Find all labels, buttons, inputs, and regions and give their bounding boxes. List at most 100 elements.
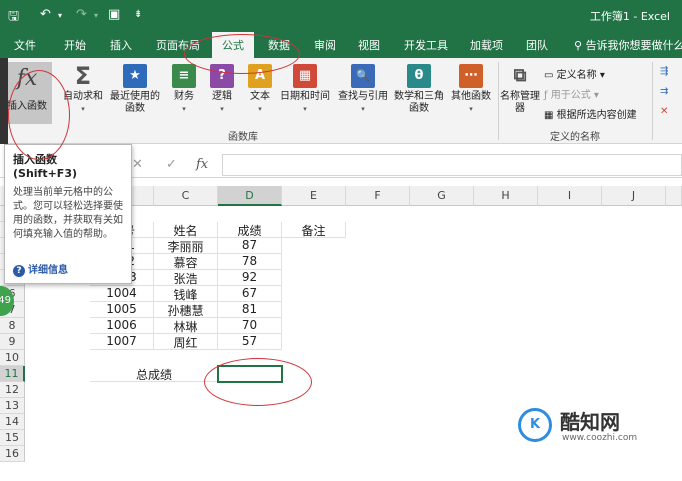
lookup-reference-button[interactable]: 🔍 查找与引用 ▾ bbox=[334, 62, 392, 115]
financial-label: 财务 bbox=[174, 91, 194, 102]
cancel-icon[interactable]: ✕ bbox=[132, 157, 143, 172]
logical-button[interactable]: ? 逻辑 ▾ bbox=[204, 62, 240, 115]
row-header[interactable]: 13 bbox=[0, 398, 25, 414]
table-cell-name[interactable]: 钱峰 bbox=[154, 286, 218, 302]
redo-icon[interactable]: ↷ bbox=[76, 7, 87, 22]
more-info-link[interactable]: ? 详细信息 bbox=[13, 261, 68, 277]
tab-insert[interactable]: 插入 bbox=[110, 37, 132, 53]
tab-home[interactable]: 开始 bbox=[64, 37, 86, 53]
undo-dropdown-icon[interactable]: ▾ bbox=[58, 11, 62, 20]
column-header-j[interactable]: J bbox=[602, 186, 666, 206]
table-cell-score[interactable]: 57 bbox=[218, 334, 282, 350]
table-cell-score[interactable]: 67 bbox=[218, 286, 282, 302]
tab-data[interactable]: 数据 bbox=[268, 37, 290, 53]
function-icon: fx bbox=[16, 66, 38, 91]
remove-arrows-icon[interactable]: ✕ bbox=[660, 106, 668, 117]
insert-function-button[interactable]: fx 插入函数 bbox=[2, 62, 52, 124]
financial-button[interactable]: ≡ 财务 ▾ bbox=[166, 62, 202, 115]
table-cell-name[interactable]: 张浩 bbox=[154, 270, 218, 286]
side-panel-tab[interactable] bbox=[0, 58, 8, 144]
undo-icon[interactable]: ↶ bbox=[40, 7, 51, 22]
name-manager-label: 名称管理器 bbox=[500, 91, 540, 114]
tab-developer[interactable]: 开发工具 bbox=[404, 37, 448, 53]
calendar-icon: ▦ bbox=[293, 64, 317, 88]
formula-input[interactable] bbox=[222, 154, 682, 176]
column-header-f[interactable]: F bbox=[346, 186, 410, 206]
watermark-name: 酷知网 bbox=[560, 410, 620, 434]
customize-toolbar-icon[interactable]: ⇟ bbox=[134, 9, 142, 20]
column-header-h[interactable]: H bbox=[474, 186, 538, 206]
create-from-selection-button[interactable]: ▦ 根据所选内容创建 bbox=[544, 106, 637, 121]
row-header[interactable]: 11 bbox=[0, 366, 25, 382]
tell-me-box[interactable]: ⚲ 告诉我你想要做什么 bbox=[574, 37, 682, 53]
column-header-overflow bbox=[666, 186, 682, 206]
header-cell-name[interactable]: 姓名 bbox=[154, 222, 218, 238]
use-in-formula-button[interactable]: ƒ 用于公式 ▾ bbox=[544, 86, 599, 101]
table-cell-score[interactable]: 81 bbox=[218, 302, 282, 318]
row-header[interactable]: 10 bbox=[0, 350, 25, 366]
table-cell-score[interactable]: 70 bbox=[218, 318, 282, 334]
recent-functions-button[interactable]: ★ 最近使用的函数 bbox=[106, 62, 164, 115]
date-time-button[interactable]: ▦ 日期和时间 ▾ bbox=[276, 62, 334, 115]
column-header-i[interactable]: I bbox=[538, 186, 602, 206]
autosum-label: 自动求和 bbox=[63, 91, 103, 102]
trace-precedents-icon[interactable]: ⇶ bbox=[660, 66, 668, 77]
column-header-e[interactable]: E bbox=[282, 186, 346, 206]
text-button[interactable]: A 文本 ▾ bbox=[242, 62, 278, 115]
row-header[interactable]: 9 bbox=[0, 334, 25, 350]
tab-add-ins[interactable]: 加载项 bbox=[470, 37, 503, 53]
table-cell-name[interactable]: 李丽丽 bbox=[154, 238, 218, 254]
table-cell-score[interactable]: 87 bbox=[218, 238, 282, 254]
active-cell-d11[interactable] bbox=[217, 365, 283, 383]
column-header-d[interactable]: D bbox=[218, 186, 282, 206]
column-header-g[interactable]: G bbox=[410, 186, 474, 206]
header-cell-note[interactable]: 备注 bbox=[282, 222, 346, 238]
group-label-defined-names: 定义的名称 bbox=[550, 132, 600, 143]
enter-icon[interactable]: ✓ bbox=[166, 157, 177, 172]
watermark: K 酷知网 www.coozhi.com bbox=[514, 400, 664, 452]
name-manager-button[interactable]: ⧉ 名称管理器 bbox=[500, 62, 540, 115]
total-label-cell[interactable]: 总成绩 bbox=[90, 366, 218, 382]
table-cell-score[interactable]: 92 bbox=[218, 270, 282, 286]
math-trig-label: 数学和三角函数 bbox=[394, 91, 444, 114]
ellipsis-book-icon: ⋯ bbox=[459, 64, 483, 88]
ribbon-formulas: fx 插入函数 Σ 自动求和 ▾ ★ 最近使用的函数 ≡ 财务 ▾ ? 逻辑 ▾… bbox=[0, 58, 682, 144]
save-icon[interactable]: 🖫 bbox=[8, 7, 19, 29]
table-cell-id[interactable]: 1004 bbox=[90, 286, 154, 302]
table-cell-name[interactable]: 孙穗慧 bbox=[154, 302, 218, 318]
math-trig-button[interactable]: θ 数学和三角函数 bbox=[392, 62, 446, 115]
define-name-button[interactable]: ▭ 定义名称 ▾ bbox=[544, 66, 605, 81]
touch-mode-icon[interactable]: ▣ bbox=[108, 7, 120, 22]
autosum-button[interactable]: Σ 自动求和 ▾ bbox=[58, 62, 108, 115]
redo-dropdown-icon[interactable]: ▾ bbox=[94, 11, 98, 20]
row-header[interactable]: 14 bbox=[0, 414, 25, 430]
table-cell-score[interactable]: 78 bbox=[218, 254, 282, 270]
table-cell-id[interactable]: 1007 bbox=[90, 334, 154, 350]
formula-icon: ƒ bbox=[544, 90, 551, 101]
theta-book-icon: θ bbox=[407, 64, 431, 88]
star-icon: ★ bbox=[123, 64, 147, 88]
tab-review[interactable]: 审阅 bbox=[314, 37, 336, 53]
insert-function-icon[interactable]: fx bbox=[196, 157, 208, 172]
table-cell-name[interactable]: 林琳 bbox=[154, 318, 218, 334]
more-functions-button[interactable]: ⋯ 其他函数 ▾ bbox=[446, 62, 496, 115]
table-cell-name[interactable]: 慕容 bbox=[154, 254, 218, 270]
grid-icon: ▦ bbox=[544, 110, 557, 121]
tab-formulas[interactable]: 公式 bbox=[212, 32, 254, 58]
tab-view[interactable]: 视图 bbox=[358, 37, 380, 53]
insert-function-label: 插入函数 bbox=[7, 101, 47, 112]
help-icon: ? bbox=[13, 265, 25, 277]
tab-team[interactable]: 团队 bbox=[526, 37, 548, 53]
row-header[interactable]: 16 bbox=[0, 446, 25, 462]
tab-file[interactable]: 文件 bbox=[14, 37, 36, 53]
tab-page-layout[interactable]: 页面布局 bbox=[156, 37, 200, 53]
table-cell-id[interactable]: 1005 bbox=[90, 302, 154, 318]
table-cell-name[interactable]: 周红 bbox=[154, 334, 218, 350]
column-header-c[interactable]: C bbox=[154, 186, 218, 206]
row-header[interactable]: 12 bbox=[0, 382, 25, 398]
row-header[interactable]: 8 bbox=[0, 318, 25, 334]
row-header[interactable]: 15 bbox=[0, 430, 25, 446]
table-cell-id[interactable]: 1006 bbox=[90, 318, 154, 334]
header-cell-score[interactable]: 成绩 bbox=[218, 222, 282, 238]
trace-dependents-icon[interactable]: ⇉ bbox=[660, 86, 668, 97]
